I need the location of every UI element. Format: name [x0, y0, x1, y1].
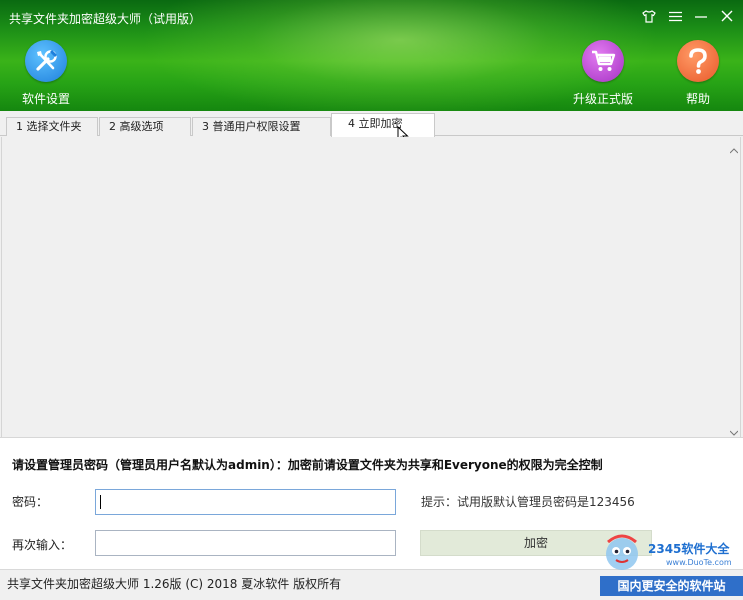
- help-label: 帮助: [685, 92, 710, 106]
- settings-label: 软件设置: [21, 92, 70, 106]
- watermark-url: www.DuoTe.com: [666, 558, 732, 567]
- tab-content-area: [1, 137, 741, 437]
- settings-button[interactable]: 软件设置: [11, 40, 81, 107]
- tab-encrypt-now[interactable]: 4 立即加密: [331, 113, 435, 137]
- copyright-text: 共享文件夹加密超级大师 1.26版 (C) 2018 夏冰软件 版权所有: [7, 577, 342, 591]
- scroll-down-icon[interactable]: [729, 425, 739, 436]
- tools-icon: [25, 40, 67, 82]
- app-header: 共享文件夹加密超级大师（试用版） 软件设置 升级正式版 帮助: [0, 0, 743, 111]
- window-title: 共享文件夹加密超级大师（试用版）: [9, 12, 202, 26]
- tab-advanced-options[interactable]: 2 高级选项: [99, 117, 191, 136]
- help-button[interactable]: 帮助: [663, 40, 733, 107]
- scroll-up-icon[interactable]: [729, 143, 739, 154]
- cart-icon: [582, 40, 624, 82]
- close-icon[interactable]: [719, 8, 735, 24]
- window-controls: [641, 8, 735, 24]
- upgrade-label: 升级正式版: [572, 92, 633, 106]
- menu-icon[interactable]: [667, 8, 683, 24]
- watermark-slogan: 国内更安全的软件站: [600, 576, 743, 596]
- tab-bar: 1 选择文件夹 2 高级选项 3 普通用户权限设置 4 立即加密: [0, 111, 743, 137]
- admin-password-notice: 请设置管理员密码（管理员用户名默认为admin）：加密前请设置文件夹为共享和Ev…: [12, 458, 603, 472]
- confirm-password-input[interactable]: [95, 530, 396, 556]
- tab-select-folder[interactable]: 1 选择文件夹: [6, 117, 98, 136]
- password-label: 密码：: [12, 495, 49, 509]
- tshirt-icon[interactable]: [641, 8, 657, 24]
- confirm-password-label: 再次输入：: [12, 538, 73, 552]
- text-caret: [100, 495, 101, 509]
- site-watermark: 2345软件大全 www.DuoTe.com 国内更安全的软件站: [600, 528, 743, 600]
- minimize-icon[interactable]: [693, 8, 709, 24]
- password-input[interactable]: [95, 489, 396, 515]
- upgrade-button[interactable]: 升级正式版: [568, 40, 638, 107]
- mascot-logo-icon: [606, 534, 638, 570]
- watermark-brand: 2345软件大全: [648, 542, 730, 556]
- default-password-hint: 提示：试用版默认管理员密码是123456: [421, 495, 635, 509]
- tab-user-permissions[interactable]: 3 普通用户权限设置: [192, 117, 331, 136]
- question-icon: [677, 40, 719, 82]
